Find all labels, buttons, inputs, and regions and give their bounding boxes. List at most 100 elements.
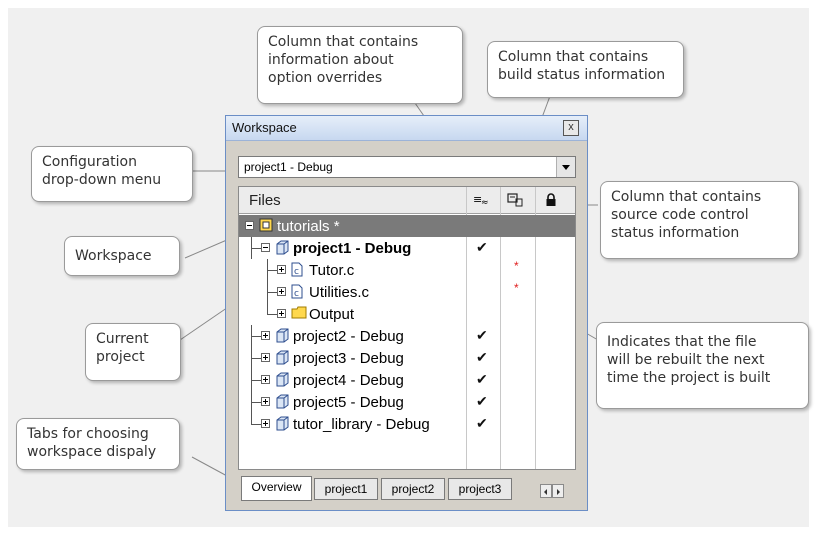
workspace-tree-panel: Files ≡ ≈ tutorials * project1 - Debug ✔ c T… — [238, 186, 576, 470]
callout-text-line: Indicates that the file — [607, 334, 757, 350]
folder-icon — [291, 306, 307, 324]
lock-icon[interactable] — [541, 191, 561, 209]
tree-connector — [251, 336, 261, 337]
tree-item-label: project2 - Debug — [293, 328, 404, 345]
callout-text-line: Column that contains — [268, 34, 419, 50]
tree-connector — [251, 237, 252, 259]
tab-scroll-right-button[interactable] — [552, 484, 564, 498]
tree-item-label: tutor_library - Debug — [293, 416, 430, 433]
tree-row[interactable]: c Tutor.c * — [239, 259, 575, 281]
tree-row[interactable]: c Utilities.c * — [239, 281, 575, 303]
rebuild-indicator: * — [514, 281, 519, 295]
tab-project3[interactable]: project3 — [448, 478, 512, 500]
tree-header: Files ≡ ≈ — [239, 187, 575, 214]
tab-project2[interactable]: project2 — [381, 478, 445, 500]
svg-text:≈: ≈ — [481, 198, 489, 208]
project-icon — [275, 416, 289, 436]
tree-row[interactable]: project2 - Debug ✔ — [239, 325, 575, 347]
callout-text-line: drop-down menu — [42, 172, 162, 188]
tree-connector — [267, 303, 268, 315]
chevron-right-icon — [557, 489, 560, 495]
tree-row[interactable]: project1 - Debug ✔ — [239, 237, 575, 259]
collapse-icon[interactable] — [261, 243, 270, 252]
chevron-down-icon[interactable] — [556, 157, 575, 177]
workspace-icon — [259, 218, 273, 237]
tree-row[interactable]: Output — [239, 303, 575, 325]
tree-connector — [251, 402, 261, 403]
collapse-icon[interactable] — [245, 221, 254, 230]
chevron-left-icon — [544, 489, 547, 495]
tab-scroll-left-button[interactable] — [540, 484, 552, 498]
override-checkmark: ✔ — [476, 239, 488, 255]
tree-row[interactable]: project4 - Debug ✔ — [239, 369, 575, 391]
callout-text-line: Current — [96, 331, 149, 347]
c-file-icon: c — [291, 284, 303, 304]
callout-text-line: Column that contains — [498, 49, 649, 65]
callout-text-line: project — [96, 349, 145, 365]
expand-icon[interactable] — [277, 265, 286, 274]
c-file-icon: c — [291, 262, 303, 282]
configuration-value: project1 - Debug — [244, 160, 333, 174]
callout-source-control: Column that contains source code control… — [600, 181, 799, 259]
svg-text:c: c — [294, 289, 299, 299]
workspace-window: Workspace x project1 - Debug Files ≡ ≈ t… — [225, 115, 588, 511]
close-button[interactable]: x — [563, 120, 579, 136]
tree-connector — [251, 369, 252, 391]
callout-workspace: Workspace — [64, 236, 180, 276]
callout-configuration-menu: Configuration drop-down menu — [31, 146, 193, 202]
callout-text-line: information about — [268, 52, 394, 68]
callout-text-line: build status information — [498, 67, 666, 83]
tree-connector — [251, 424, 261, 425]
expand-icon[interactable] — [261, 331, 270, 340]
tree-item-label: Utilities.c — [309, 284, 370, 301]
callout-text-line: Tabs for choosing — [27, 426, 149, 442]
expand-icon[interactable] — [261, 375, 270, 384]
tree-item-label: project3 - Debug — [293, 350, 404, 367]
tree-connector — [251, 347, 252, 369]
svg-text:c: c — [294, 267, 299, 277]
callout-text-line: Column that contains — [611, 189, 762, 205]
callout-text-line: workspace dispaly — [27, 444, 157, 460]
callout-text-line: time the project is built — [607, 370, 771, 386]
tree-item-label: project4 - Debug — [293, 372, 404, 389]
tree-item-label: Output — [309, 306, 355, 323]
project-icon — [275, 350, 289, 370]
callout-tabs: Tabs for choosing workspace dispaly — [16, 418, 180, 470]
expand-icon[interactable] — [261, 419, 270, 428]
callout-text-line: status information — [611, 225, 740, 241]
tree-item-label: project5 - Debug — [293, 394, 404, 411]
tree-row[interactable]: tutor_library - Debug ✔ — [239, 413, 575, 435]
build-status-column-icon[interactable] — [506, 191, 526, 209]
callout-text-line: option overrides — [268, 70, 383, 86]
tree-connector — [251, 325, 252, 347]
tree-connector — [267, 259, 268, 281]
expand-icon[interactable] — [277, 287, 286, 296]
tree-row[interactable]: project5 - Debug ✔ — [239, 391, 575, 413]
tab-project1[interactable]: project1 — [314, 478, 378, 500]
expand-icon[interactable] — [261, 397, 270, 406]
expand-icon[interactable] — [277, 309, 286, 318]
tree-connector — [251, 391, 252, 413]
override-checkmark: ✔ — [476, 393, 488, 409]
files-column-header[interactable]: Files — [249, 192, 281, 209]
override-checkmark: ✔ — [476, 327, 488, 343]
callout-current-project: Current project — [85, 323, 181, 381]
tree-connector — [267, 292, 277, 293]
callout-rebuild-indicator: Indicates that the file will be rebuilt … — [596, 322, 809, 409]
tree-connector — [251, 248, 261, 249]
tree-connector — [251, 358, 261, 359]
callout-build-status: Column that contains build status inform… — [487, 41, 684, 98]
window-titlebar[interactable]: Workspace x — [226, 116, 587, 141]
tree-row[interactable]: project3 - Debug ✔ — [239, 347, 575, 369]
option-overrides-column-icon[interactable]: ≡ ≈ — [472, 191, 492, 209]
tree-connector — [267, 314, 277, 315]
rebuild-indicator: * — [514, 259, 519, 273]
override-checkmark: ✔ — [476, 415, 488, 431]
callout-text-line: will be rebuilt the next — [607, 352, 765, 368]
tree-connector — [251, 380, 261, 381]
tree-connector — [267, 270, 277, 271]
expand-icon[interactable] — [261, 353, 270, 362]
tab-overview[interactable]: Overview — [241, 476, 312, 501]
tree-row[interactable]: tutorials * — [239, 215, 575, 237]
configuration-dropdown[interactable]: project1 - Debug — [238, 156, 576, 178]
